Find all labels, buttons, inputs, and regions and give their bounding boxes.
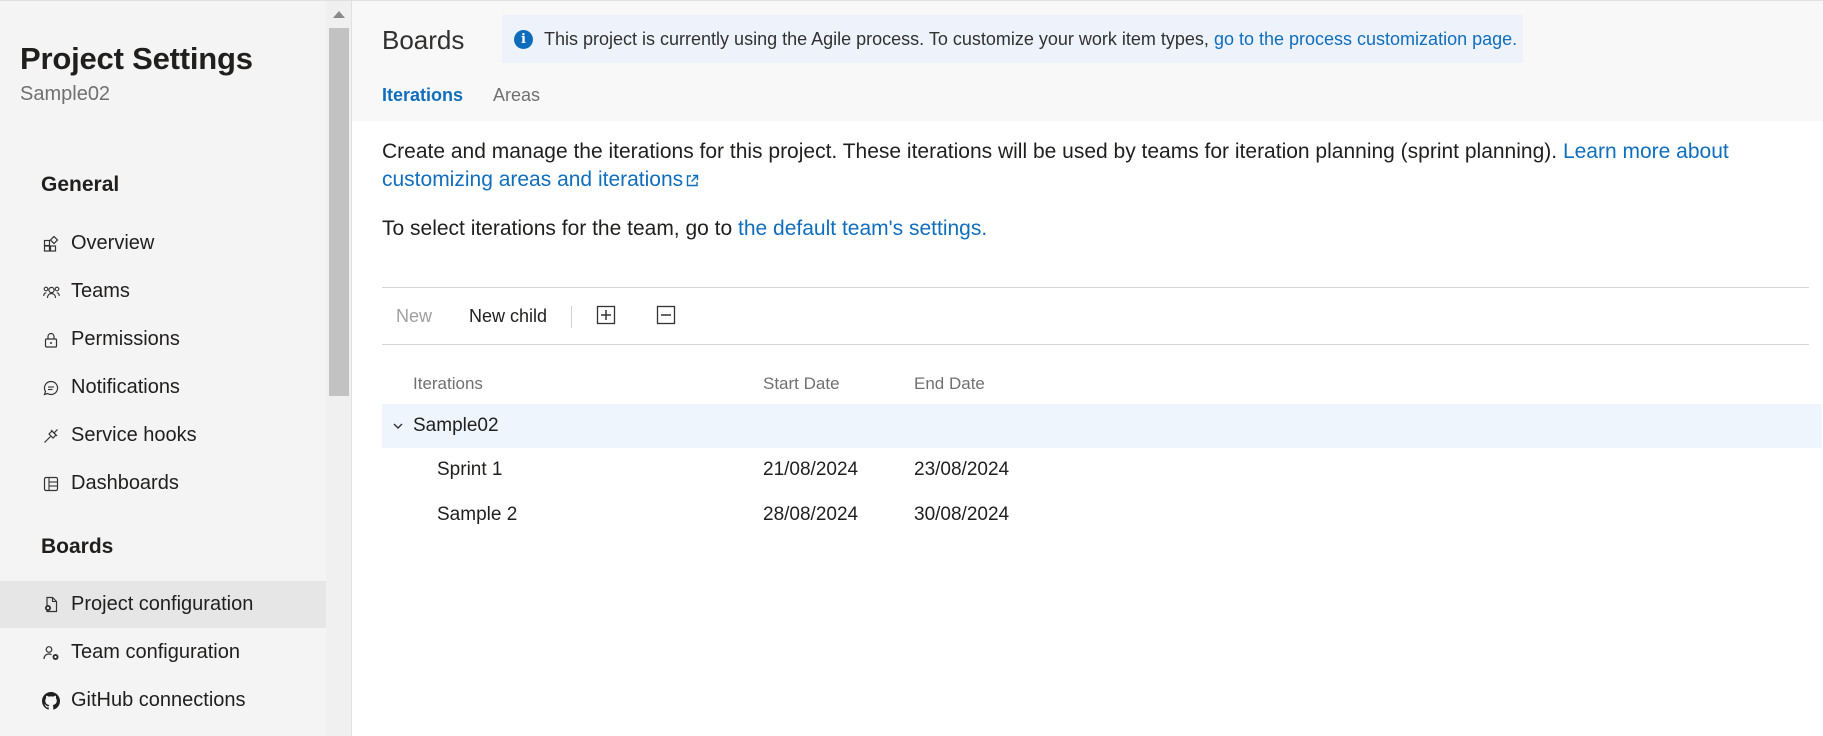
sidebar-item-project-configuration[interactable]: Project configuration (0, 581, 326, 628)
sidebar-title: Project Settings (20, 41, 253, 76)
sidebar-item-label: Dashboards (71, 472, 179, 494)
sidebar-item-label: Teams (71, 280, 130, 302)
teams-icon (42, 283, 60, 301)
tab-bar: Iterations Areas (382, 85, 570, 106)
sidebar-item-notifications[interactable]: Notifications (0, 364, 326, 411)
overview-icon (42, 235, 60, 253)
project-name: Sample02 (20, 83, 111, 105)
tree-row-root[interactable]: Sample02 (382, 404, 1822, 448)
sidebar-item-label: Team configuration (71, 641, 240, 663)
tab-iterations[interactable]: Iterations (382, 85, 463, 106)
app-window: Project Settings Sample02 General Overvi… (0, 0, 1823, 736)
github-icon (42, 691, 60, 710)
new-button[interactable]: New (396, 306, 432, 327)
start-date: 28/08/2024 (763, 504, 859, 525)
sidebar-item-teams[interactable]: Teams (0, 268, 326, 315)
section-heading-boards: Boards (41, 535, 114, 558)
sidebar-item-label: Permissions (71, 328, 180, 350)
sidebar-item-permissions[interactable]: Permissions (0, 316, 326, 363)
table-row[interactable]: Sprint 1 21/08/2024 23/08/2024 (382, 448, 1822, 492)
iterations-description: Create and manage the iterations for thi… (382, 138, 1802, 195)
banner-message: This project is currently using the Agil… (544, 28, 1209, 49)
sidebar-item-label: Overview (71, 232, 155, 254)
collapse-all-icon[interactable] (656, 305, 676, 325)
info-icon: i (514, 29, 533, 49)
default-team-settings-link[interactable]: the default team's settings. (738, 217, 987, 240)
iteration-name: Sample02 (413, 415, 499, 436)
tab-areas[interactable]: Areas (493, 85, 540, 106)
plug-icon (42, 427, 60, 445)
scroll-up-arrow-icon[interactable] (333, 11, 345, 18)
chat-bubble-icon (42, 379, 60, 397)
sidebar-item-label: Service hooks (71, 424, 197, 446)
sidebar-item-dashboards[interactable]: Dashboards (0, 460, 326, 507)
description-text: Create and manage the iterations for thi… (382, 140, 1558, 163)
page-title: Boards (382, 25, 465, 55)
sidebar: Project Settings Sample02 General Overvi… (0, 0, 326, 736)
new-child-button[interactable]: New child (469, 306, 547, 327)
iteration-name: Sample 2 (437, 504, 518, 525)
process-customization-link[interactable]: go to the process customization page. (1214, 29, 1517, 49)
iteration-name: Sprint 1 (437, 459, 503, 480)
scrollbar-thumb[interactable] (329, 28, 349, 396)
sidebar-item-label: GitHub connections (71, 689, 246, 711)
chevron-down-icon[interactable] (391, 419, 405, 433)
sidebar-item-overview[interactable]: Overview (0, 220, 326, 267)
page-header: Boards i This project is currently using… (352, 1, 1823, 121)
start-date: 21/08/2024 (763, 459, 859, 480)
toolbar-divider (382, 287, 1809, 288)
end-date: 23/08/2024 (914, 459, 1010, 480)
sidebar-item-team-configuration[interactable]: Team configuration (0, 629, 326, 676)
team-settings-line: To select iterations for the team, go to… (382, 217, 987, 241)
sidebar-scrollbar[interactable] (326, 0, 352, 736)
table-row[interactable]: Sample 2 28/08/2024 30/08/2024 (382, 493, 1822, 537)
info-banner-text: This project is currently using the Agil… (544, 29, 1517, 50)
end-date: 30/08/2024 (914, 504, 1010, 525)
info-banner: i This project is currently using the Ag… (502, 15, 1523, 63)
toolbar-separator (571, 306, 572, 328)
section-heading-general: General (41, 173, 120, 196)
document-gear-icon (42, 596, 60, 614)
expand-all-icon[interactable] (596, 305, 616, 325)
toolbar-divider (382, 344, 1809, 345)
lock-icon (42, 331, 60, 349)
external-link-icon (686, 167, 699, 195)
column-header-end-date[interactable]: End Date (914, 374, 985, 394)
sidebar-item-service-hooks[interactable]: Service hooks (0, 412, 326, 459)
team-gear-icon (42, 644, 60, 662)
sidebar-item-label: Project configuration (71, 593, 254, 615)
dashboard-icon (42, 475, 60, 493)
sidebar-item-label: Notifications (71, 376, 180, 398)
sidebar-item-github-connections[interactable]: GitHub connections (0, 677, 326, 724)
column-header-start-date[interactable]: Start Date (763, 374, 840, 394)
column-header-iterations[interactable]: Iterations (413, 374, 483, 394)
main-content: Boards i This project is currently using… (352, 0, 1823, 736)
team-settings-text: To select iterations for the team, go to (382, 217, 733, 240)
